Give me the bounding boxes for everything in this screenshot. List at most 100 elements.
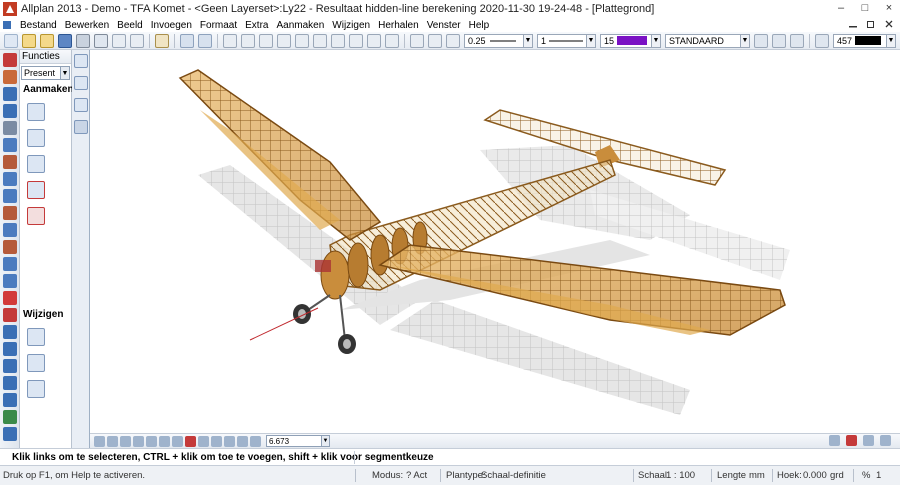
new-file-icon[interactable] <box>4 33 18 48</box>
document-icon[interactable] <box>2 20 12 30</box>
3d-viewport[interactable] <box>90 50 900 433</box>
construct-icon[interactable] <box>3 87 17 101</box>
modify-tool-3-icon[interactable] <box>27 380 45 398</box>
layer-style-dropdown[interactable]: ▼ <box>741 33 750 48</box>
line-color-field[interactable]: 15 <box>600 33 652 48</box>
modify-tool-2-icon[interactable] <box>27 354 45 372</box>
menu-venster[interactable]: Venster <box>423 20 465 31</box>
view-icon[interactable] <box>3 274 17 288</box>
previous-view-icon[interactable] <box>172 435 183 447</box>
zoom-all-icon[interactable] <box>120 435 131 447</box>
zoom-out-icon[interactable] <box>159 435 170 447</box>
menu-bewerken[interactable]: Bewerken <box>61 20 113 31</box>
search-icon[interactable] <box>74 54 88 68</box>
minimize-button[interactable]: – <box>834 2 848 14</box>
window-tool-icon[interactable] <box>3 223 17 237</box>
funnel-icon[interactable] <box>3 427 17 441</box>
pencil-icon[interactable] <box>3 53 17 67</box>
paste-icon[interactable] <box>155 33 169 48</box>
section-icon[interactable] <box>3 257 17 271</box>
surface-color-dropdown[interactable]: ▼ <box>887 33 896 48</box>
zoom-in-icon[interactable] <box>146 435 157 447</box>
copy-icon[interactable] <box>130 33 144 48</box>
print-icon[interactable] <box>76 33 90 48</box>
pen-thickness-field[interactable]: 0.25 <box>464 33 524 48</box>
close-view-icon[interactable] <box>94 435 105 447</box>
line-type-dropdown[interactable]: ▼ <box>587 33 596 48</box>
cut-icon[interactable] <box>112 33 126 48</box>
video-tab-icon[interactable] <box>74 120 88 134</box>
menu-invoegen[interactable]: Invoegen <box>147 20 196 31</box>
snap-view-icon[interactable] <box>863 435 874 446</box>
menu-bestand[interactable]: Bestand <box>16 20 61 31</box>
globe-view-icon[interactable] <box>185 435 196 447</box>
layer-style-field[interactable]: STANDAARD <box>665 33 741 48</box>
zoom-field[interactable]: 6.673 <box>266 435 322 447</box>
create-tool-1-icon[interactable] <box>27 103 45 121</box>
filter-icon[interactable] <box>3 393 17 407</box>
layer-manager-icon[interactable] <box>3 410 17 424</box>
menu-help[interactable]: Help <box>465 20 494 31</box>
surface-color-field[interactable]: 457 <box>833 33 887 48</box>
roof-icon[interactable] <box>3 206 17 220</box>
menu-extra[interactable]: Extra <box>241 20 272 31</box>
view-options-icon[interactable] <box>829 435 840 446</box>
brush-icon[interactable] <box>3 308 17 322</box>
refresh-icon[interactable] <box>250 435 261 447</box>
text-tool-icon[interactable] <box>3 104 17 118</box>
format-brush-icon[interactable] <box>410 33 424 48</box>
create-tool-2-icon[interactable] <box>27 129 45 147</box>
pan-icon[interactable] <box>133 435 144 447</box>
delete-icon[interactable] <box>3 291 17 305</box>
dimension-icon[interactable] <box>223 33 237 48</box>
save-icon[interactable] <box>58 33 72 48</box>
palette-icon[interactable] <box>367 33 381 48</box>
select-icon[interactable] <box>3 376 17 390</box>
chevron-down-icon[interactable]: ▼ <box>60 67 69 79</box>
hint-input-area[interactable] <box>354 451 898 464</box>
render-icon[interactable] <box>211 435 222 447</box>
view-cube-icon[interactable] <box>385 33 399 48</box>
layer-icon[interactable] <box>277 33 291 48</box>
stair-icon[interactable] <box>3 189 17 203</box>
present-select[interactable]: Present ▼ <box>21 66 70 80</box>
menu-wijzigen[interactable]: Wijzigen <box>328 20 374 31</box>
measure-icon[interactable] <box>241 33 255 48</box>
snap-icon[interactable] <box>259 33 273 48</box>
window-layout-icon[interactable] <box>880 435 891 446</box>
create-tool-3-icon[interactable] <box>27 155 45 173</box>
doc-minimize-icon[interactable] <box>848 19 858 29</box>
camera-tab-icon[interactable] <box>74 98 88 112</box>
open-project-icon[interactable] <box>22 33 36 48</box>
menu-formaat[interactable]: Formaat <box>196 20 241 31</box>
rotate-icon[interactable] <box>3 342 17 356</box>
menu-beeld[interactable]: Beeld <box>113 20 147 31</box>
fileset-icon[interactable] <box>295 33 309 48</box>
library-icon[interactable] <box>349 33 363 48</box>
camera-icon[interactable] <box>198 435 209 447</box>
dimension-tool-icon[interactable] <box>3 121 17 135</box>
door-icon[interactable] <box>3 240 17 254</box>
print-preview-icon[interactable] <box>94 33 108 48</box>
doc-restore-icon[interactable] <box>866 19 876 29</box>
grid-icon[interactable] <box>846 435 857 446</box>
wall-icon[interactable] <box>3 155 17 169</box>
mirror-icon[interactable] <box>3 138 17 152</box>
wizard-icon[interactable] <box>331 33 345 48</box>
undo-icon[interactable] <box>180 33 194 48</box>
line-color-dropdown[interactable]: ▼ <box>652 33 661 48</box>
redo-icon[interactable] <box>198 33 212 48</box>
zoom-region-icon[interactable] <box>107 435 118 447</box>
layer-visibility-icon[interactable] <box>772 33 786 48</box>
menu-aanmaken[interactable]: Aanmaken <box>272 20 328 31</box>
zoom-dropdown[interactable]: ▼ <box>322 435 330 447</box>
create-tool-4-icon[interactable] <box>27 181 45 199</box>
navigator-icon[interactable] <box>313 33 327 48</box>
maximize-button[interactable]: □ <box>858 2 872 14</box>
pen-thickness-dropdown[interactable]: ▼ <box>524 33 533 48</box>
pen-property-icon[interactable] <box>446 33 460 48</box>
layer-lock-icon[interactable] <box>790 33 804 48</box>
create-tool-5-icon[interactable] <box>27 207 45 225</box>
room-icon[interactable] <box>3 172 17 186</box>
properties-tab-icon[interactable] <box>74 76 88 90</box>
